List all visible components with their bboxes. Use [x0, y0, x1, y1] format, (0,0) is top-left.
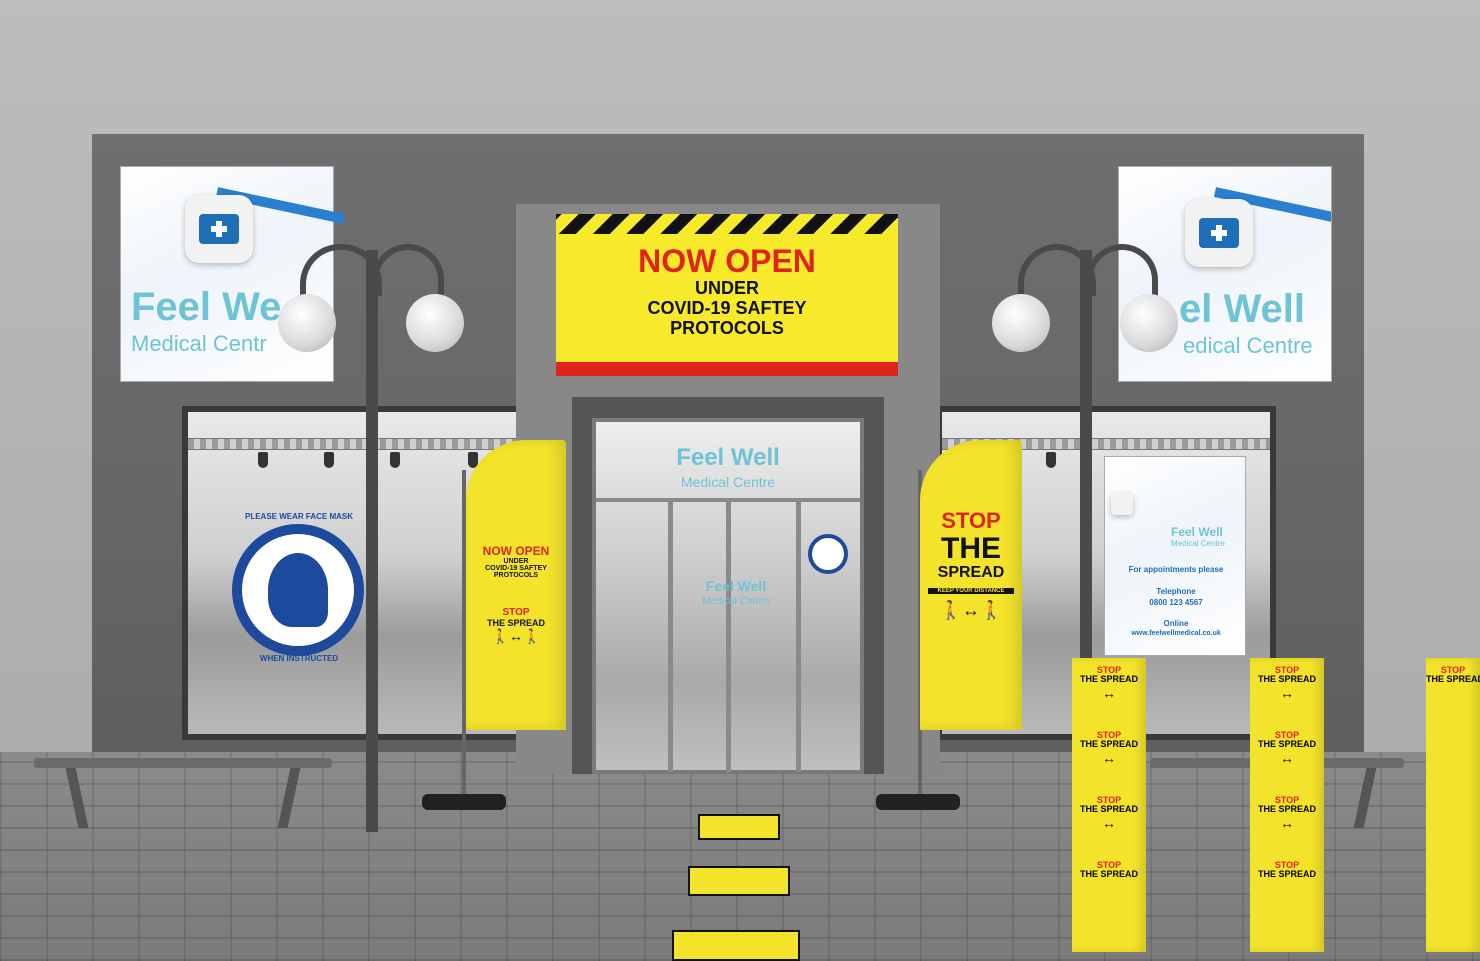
floor-sticker	[672, 930, 800, 961]
pillar-spread: THE SPREAD	[1079, 869, 1138, 880]
poster-website: www.feelwellmedical.co.uk	[1131, 630, 1221, 637]
light-truss	[188, 438, 516, 450]
medical-kit-icon	[1111, 493, 1133, 515]
spotlight-icon	[258, 452, 268, 468]
flag-base-left	[422, 794, 506, 810]
appointments-poster: Feel Well Medical Centre For appointment…	[1104, 456, 1246, 656]
hazard-stripe	[556, 214, 898, 234]
flag-right-spread: SPREAD	[937, 564, 1005, 581]
flag-left-stop: STOP	[502, 607, 530, 618]
distance-people-icon: ↔	[1280, 684, 1294, 701]
poster-appointments: For appointments please	[1128, 565, 1224, 574]
transom-subtitle: Medical Centre	[680, 474, 776, 490]
poster-online-label: Online	[1163, 619, 1189, 628]
pillar-spread: THE SPREAD	[1257, 804, 1316, 815]
pillar-spread: THE SPREAD	[1257, 869, 1316, 880]
stop-spread-pillar: STOP THE SPREAD ↔ STOP THE SPREAD ↔ STOP TH…	[1250, 658, 1324, 952]
pillar-spread: THE SPREAD	[1079, 804, 1138, 815]
poster-telephone: 0800 123 4567	[1149, 598, 1203, 607]
medical-kit-icon	[185, 195, 253, 263]
door-handle[interactable]	[726, 502, 731, 772]
banner-line1: NOW OPEN	[638, 243, 816, 279]
door-subtitle: Medical Centre	[702, 596, 770, 607]
face-mask-sticker-icon	[808, 534, 848, 574]
door-title: Feel Well	[705, 578, 767, 594]
lamp-globe	[278, 294, 336, 352]
flag-base-right	[876, 794, 960, 810]
flag-left-line2: UNDER	[503, 558, 529, 565]
now-open-banner: NOW OPEN UNDER COVID-19 SAFTEY PROTOCOLS	[556, 214, 898, 376]
feather-flag-left: NOW OPEN UNDER COVID-19 SAFTEY PROTOCOLS…	[466, 440, 566, 730]
floor-sticker	[688, 866, 790, 896]
distance-people-icon: 🚶↔🚶	[939, 600, 1003, 620]
pillar-spread: THE SPREAD	[1426, 674, 1480, 685]
lamp-globe	[992, 294, 1050, 352]
spotlight-icon	[1046, 452, 1056, 468]
pillar-spread: THE SPREAD	[1257, 739, 1316, 750]
sign-right-subtitle: edical Centre	[1183, 333, 1313, 358]
face-mask-sign-top: PLEASE WEAR FACE MASK	[244, 512, 353, 521]
lamp-globe	[406, 294, 464, 352]
poster-subtitle: Medical Centre	[1171, 539, 1225, 548]
flag-left-line1: NOW OPEN	[482, 544, 550, 558]
flag-right-stop: STOP	[941, 508, 1001, 533]
flag-right-the: THE	[941, 532, 1001, 565]
poster-title: Feel Well	[1171, 525, 1223, 539]
bench-left	[34, 758, 332, 768]
transom-title: Feel Well	[676, 444, 780, 471]
flag-left-line4: PROTOCOLS	[493, 572, 539, 579]
sign-left-subtitle: Medical Centr	[131, 331, 267, 356]
distance-people-icon: ↔	[1102, 814, 1116, 831]
sign-right-title: el Well	[1179, 287, 1305, 331]
face-mask-sign	[232, 524, 364, 656]
stop-spread-pillar: STOP THE SPREAD ↔ STOP THE SPREAD ↔ STOP TH…	[1072, 658, 1146, 952]
banner-line4: PROTOCOLS	[670, 318, 784, 338]
lamp-globe	[1120, 294, 1178, 352]
face-mask-icon	[268, 553, 328, 627]
banner-line3: COVID-19 SAFTEY	[647, 298, 807, 318]
floor-sticker	[698, 814, 780, 840]
distance-people-icon: ↔	[1280, 749, 1294, 766]
banner-line2: UNDER	[694, 278, 759, 298]
flag-right-distance: KEEP YOUR DISTANCE	[928, 588, 1014, 594]
stop-spread-pillar: STOP THE SPREAD	[1426, 658, 1480, 952]
distance-people-icon: ↔	[1102, 749, 1116, 766]
pillar-spread: THE SPREAD	[1257, 674, 1316, 685]
storefront-scene: Feel We Medical Centr el Well edical Cen…	[0, 0, 1480, 961]
spotlight-icon	[390, 452, 400, 468]
sign-left-title: Feel We	[131, 285, 282, 329]
feather-flag-right: STOP THE SPREAD KEEP YOUR DISTANCE 🚶↔🚶	[920, 440, 1022, 730]
flag-left-line3: COVID-19 SAFTEY	[485, 565, 547, 572]
pillar-spread: THE SPREAD	[1079, 739, 1138, 750]
street-lamp-left	[366, 250, 378, 832]
pillar-spread: THE SPREAD	[1079, 674, 1138, 685]
face-mask-sign-bottom: WHEN INSTRUCTED	[259, 654, 339, 663]
distance-people-icon: ↔	[1280, 814, 1294, 831]
entrance-doors: Feel Well Medical Centre Feel Well Medic…	[592, 418, 864, 774]
medical-kit-icon	[1185, 199, 1253, 267]
distance-people-icon: 🚶↔🚶	[491, 628, 541, 644]
spotlight-icon	[324, 452, 334, 468]
poster-telephone-label: Telephone	[1156, 587, 1196, 596]
distance-people-icon: ↔	[1102, 684, 1116, 701]
flag-left-spread: THE SPREAD	[486, 618, 545, 628]
banner-red-band	[556, 362, 898, 376]
